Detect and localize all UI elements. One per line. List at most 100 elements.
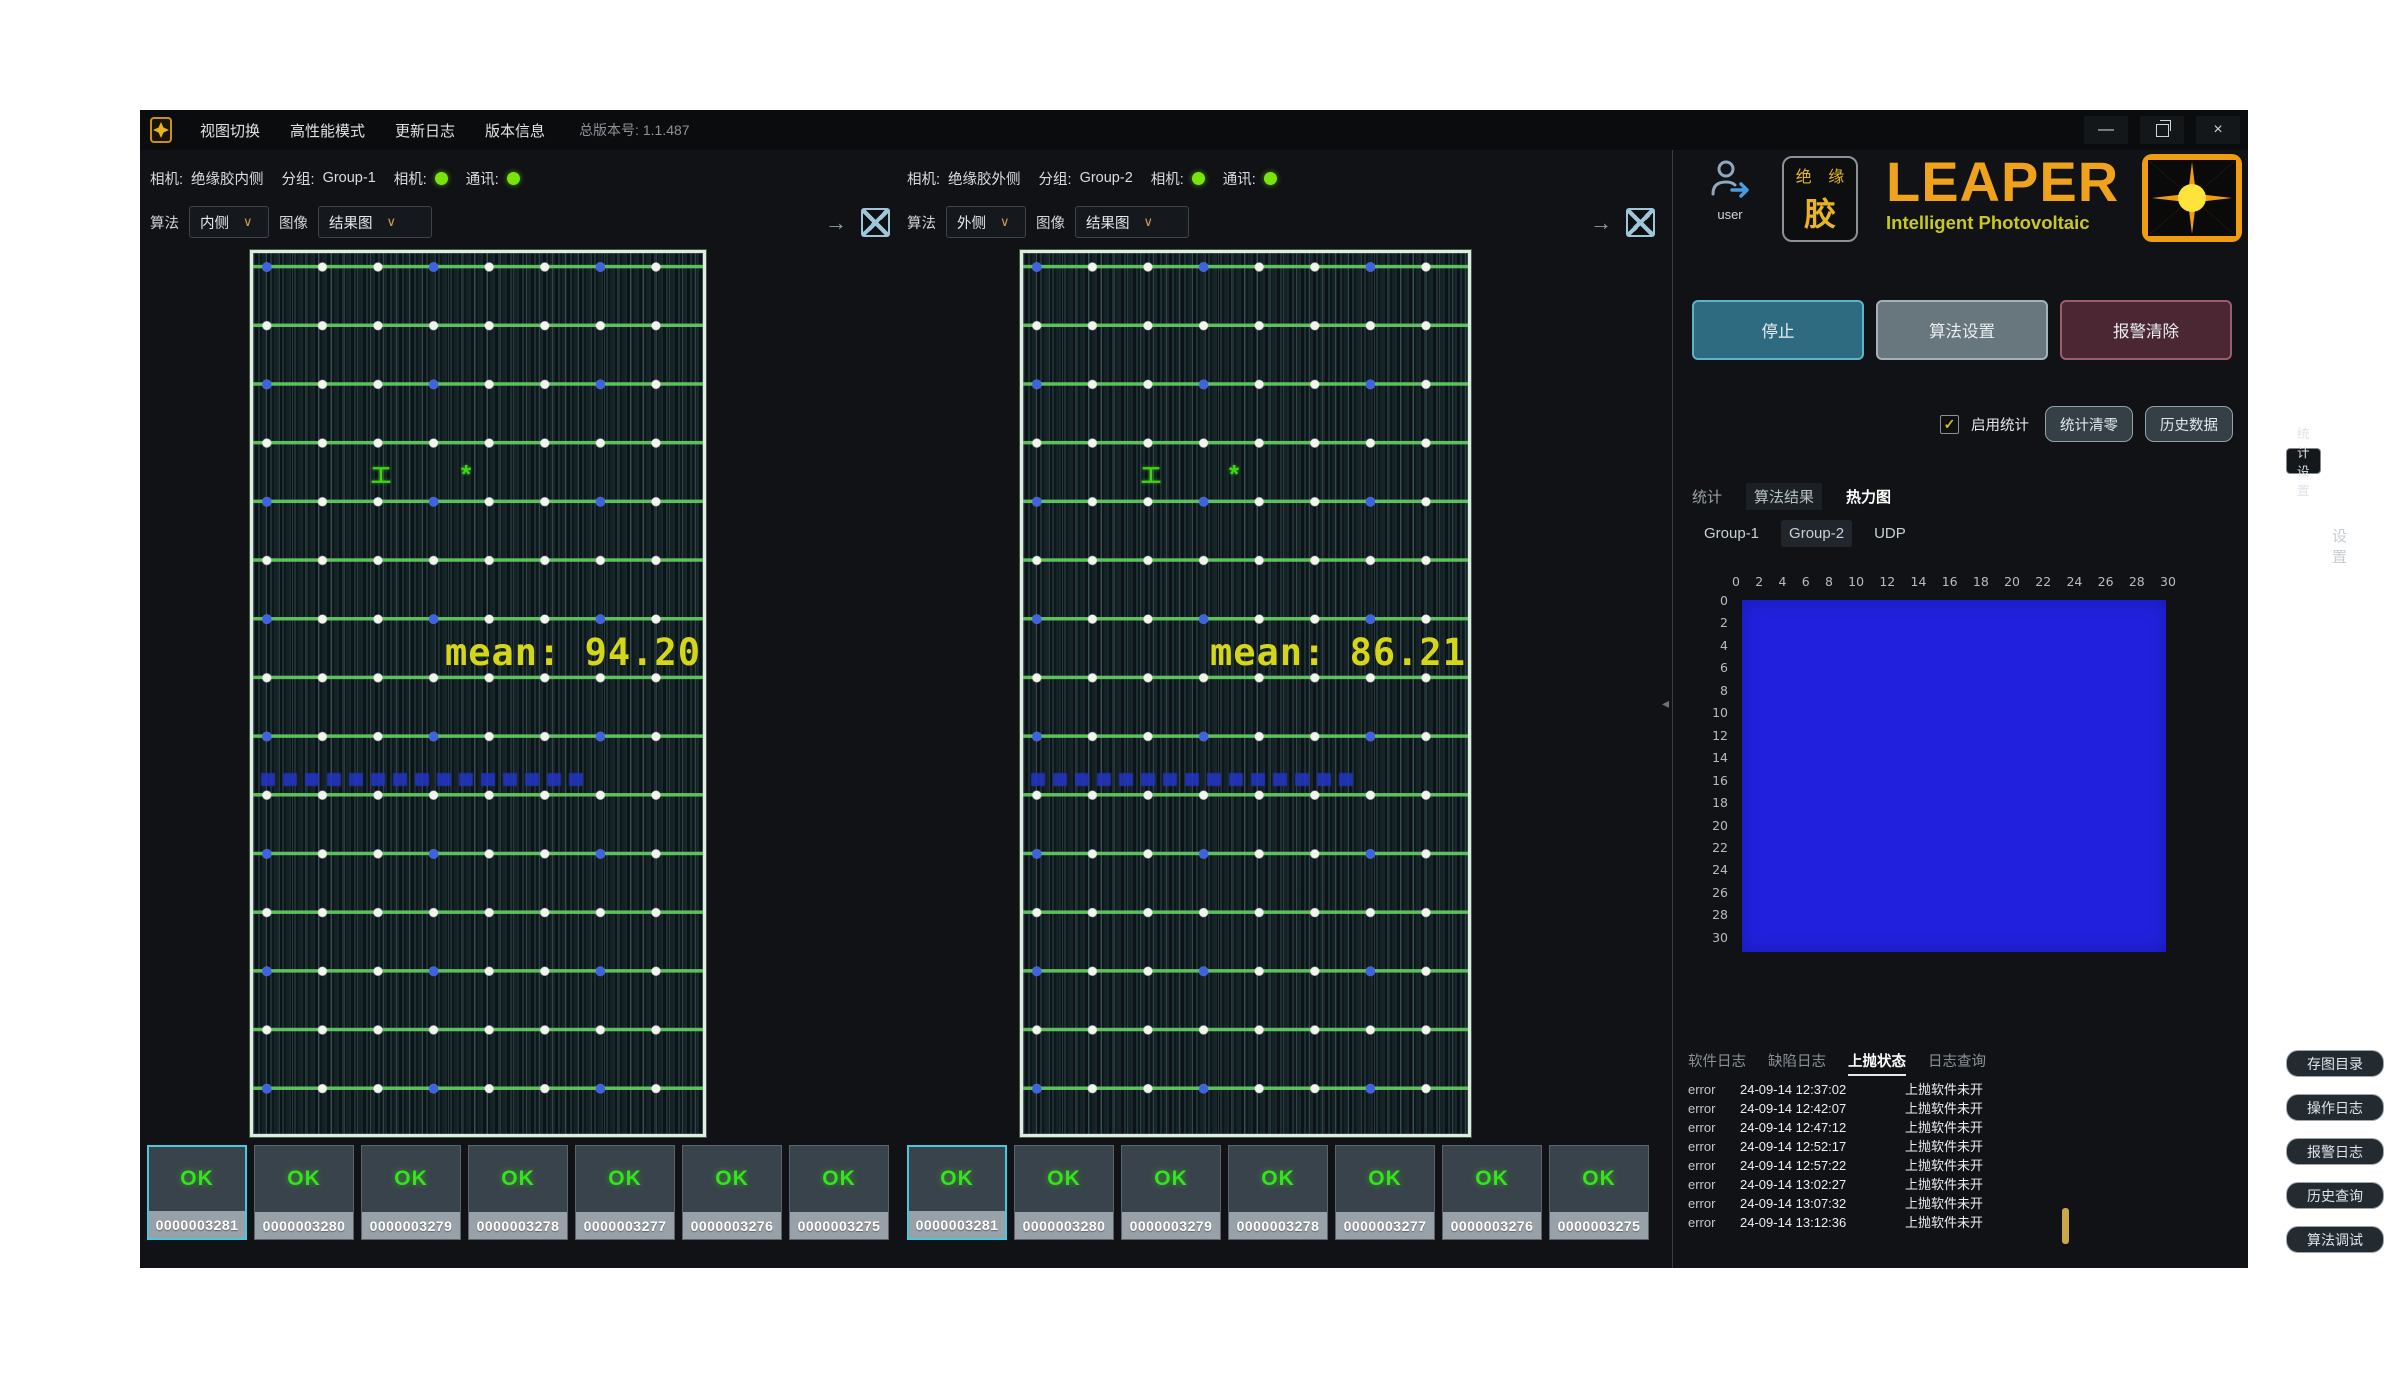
result-tile[interactable]: OK0000003277 [575, 1145, 675, 1240]
result-tile[interactable]: OK0000003281 [147, 1145, 247, 1240]
result-tile[interactable]: OK0000003281 [907, 1145, 1007, 1240]
result-tile[interactable]: OK0000003276 [1442, 1145, 1542, 1240]
heatmap-x-tick: 26 [2098, 574, 2114, 589]
image-label: 图像 [1036, 212, 1065, 233]
chevron-down-icon: ∨ [1144, 214, 1154, 230]
tile-serial-label: 0000003276 [683, 1212, 781, 1239]
tile-status-label: OK [1443, 1146, 1541, 1212]
result-tile[interactable]: OK0000003280 [254, 1145, 354, 1240]
heatmap-plot[interactable] [1742, 600, 2166, 952]
side-button-4[interactable]: 算法调试 [2286, 1226, 2384, 1253]
camera-label: 相机: [907, 168, 940, 189]
log-tab[interactable]: 缺陷日志 [1768, 1050, 1826, 1076]
statistics-settings-button[interactable]: 统计设置 [2286, 448, 2321, 474]
camera-name: 绝缘胶内侧 [191, 168, 264, 189]
group-label: 分组: [1039, 168, 1072, 189]
image-select[interactable]: 结果图 ∨ [318, 206, 432, 238]
result-tile[interactable]: OK0000003275 [1549, 1145, 1649, 1240]
log-tab[interactable]: 上抛状态 [1848, 1050, 1906, 1076]
log-tab[interactable]: 日志查询 [1928, 1050, 1986, 1076]
side-button-1[interactable]: 操作日志 [2286, 1094, 2384, 1121]
result-tile[interactable]: OK0000003280 [1014, 1145, 1114, 1240]
log-row: error24-09-14 12:42:07上抛软件未开 [1688, 1101, 2158, 1118]
fullscreen-icon[interactable] [1626, 208, 1655, 237]
result-tabs: 统计 算法结果 热力图 [1688, 483, 1895, 510]
menu-item-1[interactable]: 高性能模式 [290, 120, 365, 141]
menu-item-0[interactable]: 视图切换 [200, 120, 260, 141]
controls-right: 算法 外侧 ∨ 图像 结果图 ∨ [907, 206, 1189, 238]
mean-overlay: mean: 86.21 [1210, 631, 1466, 674]
algo-select-value: 内侧 [200, 212, 229, 233]
side-button-3[interactable]: 历史查询 [2286, 1182, 2384, 1209]
log-list[interactable]: error24-09-14 12:37:02上抛软件未开error24-09-1… [1688, 1082, 2158, 1232]
side-button-0[interactable]: 存图目录 [2286, 1050, 2384, 1077]
menu-item-3[interactable]: 版本信息 [485, 120, 545, 141]
log-level: error [1688, 1139, 1740, 1156]
tab-group-1[interactable]: Group-1 [1696, 520, 1767, 547]
heatmap-y-tick: 12 [1712, 728, 1728, 743]
statistics-clear-button[interactable]: 统计清零 [2045, 406, 2133, 442]
pv-panel-image-right[interactable]: mean: 86.21 工 * [1020, 250, 1471, 1137]
result-tile[interactable]: OK0000003279 [1121, 1145, 1221, 1240]
image-select[interactable]: 结果图 ∨ [1075, 206, 1189, 238]
log-time: 24-09-14 12:47:12 [1740, 1120, 1905, 1137]
user-label: user [1702, 207, 1758, 222]
result-tile[interactable]: OK0000003279 [361, 1145, 461, 1240]
result-tile[interactable]: OK0000003275 [789, 1145, 889, 1240]
defect-mark: 工 [371, 459, 391, 488]
send-arrow-icon[interactable]: → [1590, 212, 1612, 234]
restore-button[interactable] [2140, 116, 2184, 144]
menu-item-2[interactable]: 更新日志 [395, 120, 455, 141]
heatmap-x-tick: 8 [1825, 574, 1833, 589]
log-row: error24-09-14 13:07:32上抛软件未开 [1688, 1196, 2158, 1213]
comm-status-label: 通讯: [466, 168, 499, 189]
result-tile[interactable]: OK0000003278 [468, 1145, 568, 1240]
result-tile[interactable]: OK0000003278 [1228, 1145, 1328, 1240]
side-buttons: 存图目录操作日志报警日志历史查询算法调试 [2286, 1050, 2384, 1253]
heatmap-x-tick: 14 [1911, 574, 1927, 589]
log-time: 24-09-14 13:02:27 [1740, 1177, 1905, 1194]
minimize-button[interactable]: — [2084, 116, 2128, 144]
result-tiles-right: OK0000003281OK0000003280OK0000003279OK00… [907, 1145, 1649, 1240]
log-level: error [1688, 1120, 1740, 1137]
algo-select[interactable]: 内侧 ∨ [189, 206, 269, 238]
tile-serial-label: 0000003279 [362, 1212, 460, 1239]
stop-button[interactable]: 停止 [1692, 300, 1864, 360]
collapse-handle-icon[interactable]: ◂ [1662, 695, 1669, 712]
algorithm-settings-button[interactable]: 算法设置 [1876, 300, 2048, 360]
algo-label: 算法 [150, 212, 179, 233]
log-scrollbar-thumb[interactable] [2062, 1208, 2069, 1244]
side-button-2[interactable]: 报警日志 [2286, 1138, 2384, 1165]
tile-serial-label: 0000003277 [1336, 1212, 1434, 1239]
panel-divider [1672, 150, 1673, 1268]
tab-group-2[interactable]: Group-2 [1781, 520, 1852, 547]
comm-status-label: 通讯: [1223, 168, 1256, 189]
tile-serial-label: 0000003281 [149, 1211, 245, 1238]
tab-heatmap[interactable]: 热力图 [1842, 483, 1895, 510]
log-tab[interactable]: 软件日志 [1688, 1050, 1746, 1076]
alarm-clear-button[interactable]: 报警清除 [2060, 300, 2232, 360]
pv-panel-image-left[interactable]: mean: 94.20 工 * [250, 250, 706, 1137]
tile-status-label: OK [683, 1146, 781, 1212]
tab-udp[interactable]: UDP [1866, 520, 1914, 547]
enable-statistics-checkbox[interactable]: ✓ [1940, 415, 1959, 434]
algo-select[interactable]: 外侧 ∨ [946, 206, 1026, 238]
heatmap-y-tick: 18 [1712, 795, 1728, 810]
user-block[interactable]: user [1702, 158, 1758, 222]
heatmap-x-tick: 2 [1755, 574, 1763, 589]
tab-algorithm-results[interactable]: 算法结果 [1746, 483, 1822, 510]
log-message: 上抛软件未开 [1905, 1196, 1983, 1213]
result-tile[interactable]: OK0000003276 [682, 1145, 782, 1240]
chevron-down-icon: ∨ [1000, 214, 1010, 230]
image-select-value: 结果图 [329, 212, 373, 233]
camera-status-indicator [1192, 172, 1205, 185]
history-data-button[interactable]: 历史数据 [2145, 406, 2233, 442]
close-button[interactable]: × [2196, 116, 2240, 144]
heatmap-settings-button[interactable]: 设置 [2332, 525, 2347, 567]
send-arrow-icon[interactable]: → [825, 212, 847, 234]
result-tile[interactable]: OK0000003277 [1335, 1145, 1435, 1240]
tab-statistics[interactable]: 统计 [1688, 483, 1726, 510]
heatmap-y-tick: 2 [1720, 615, 1728, 630]
camera-label: 相机: [150, 168, 183, 189]
fullscreen-icon[interactable] [861, 208, 890, 237]
